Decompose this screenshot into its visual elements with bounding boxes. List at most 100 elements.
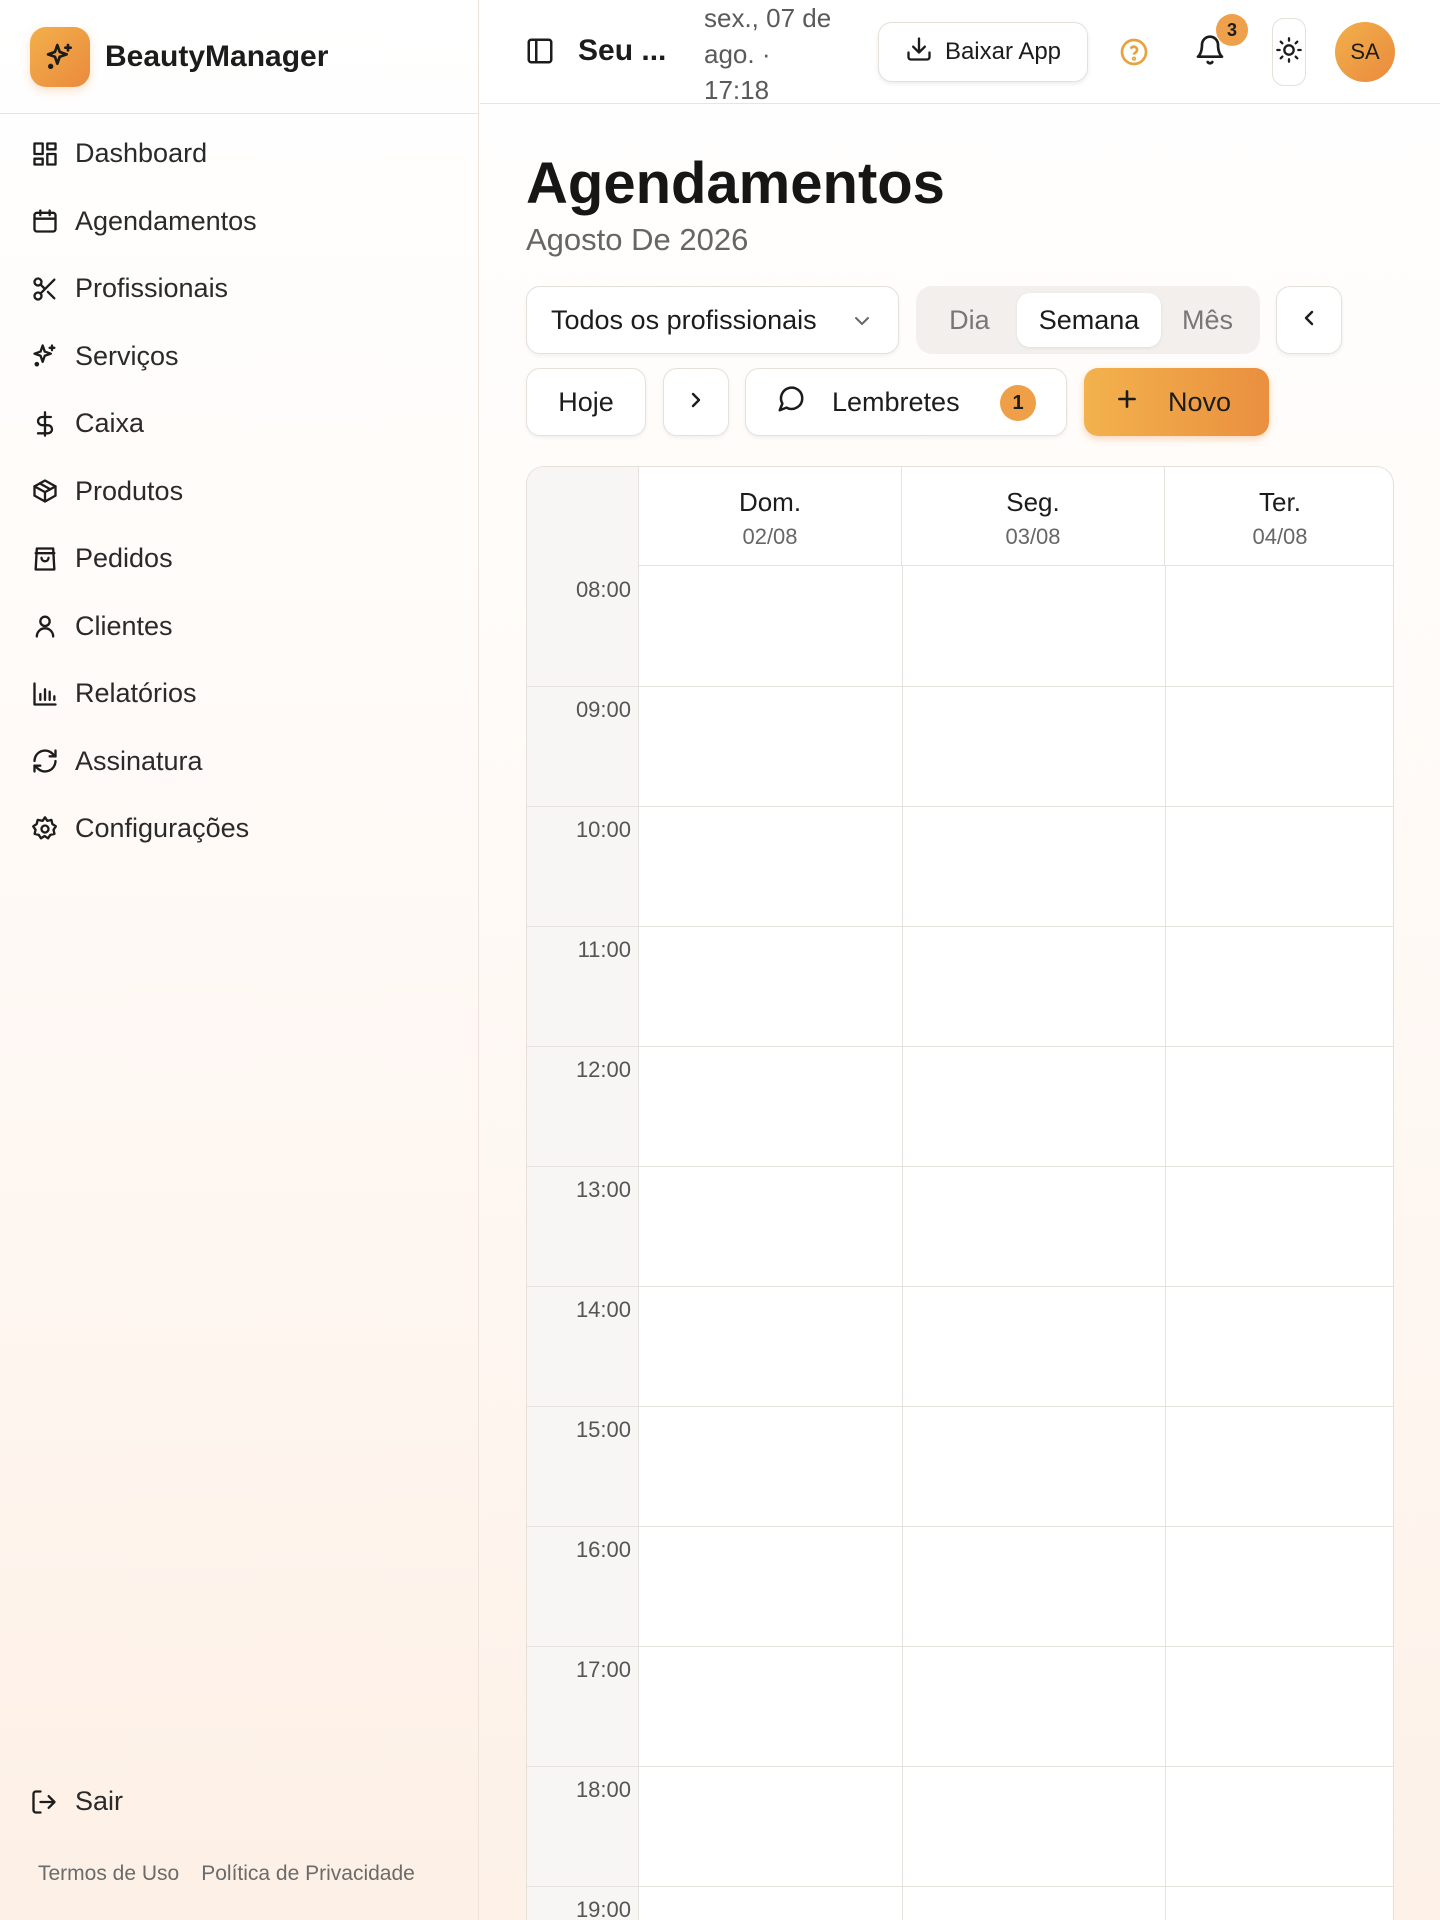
notification-badge: 3 [1216,14,1248,46]
hour-divider [527,1166,1393,1167]
new-appointment-button[interactable]: Novo [1084,368,1269,436]
sparkles-logo-icon [30,26,90,87]
view-toggle: Dia Semana Mês [916,286,1260,354]
hour-divider [527,1766,1393,1767]
help-icon[interactable] [1118,36,1150,68]
hour-label: 10:00 [575,817,631,842]
sidebar-item-label: Relatórios [75,678,197,709]
hour-divider [527,926,1393,927]
logout-label: Sair [75,1786,124,1816]
sidebar-item-relatorios[interactable]: Relatórios [0,660,478,728]
view-week-tab[interactable]: Semana [1016,293,1162,347]
shopping-bag-icon [30,544,60,574]
day-date: 02/08 [742,524,798,549]
hour-label: 12:00 [575,1057,631,1082]
chevron-down-icon [850,309,874,333]
chevron-left-icon [1297,306,1321,335]
package-icon [30,476,60,506]
next-week-button[interactable] [663,368,729,436]
hour-divider [527,1286,1393,1287]
download-app-button[interactable]: Baixar App [878,22,1088,82]
logout-icon [30,1787,60,1817]
sidebar-item-configuracoes[interactable]: Configurações [0,795,478,863]
sidebar-item-dashboard[interactable]: Dashboard [0,120,478,188]
sidebar-item-label: Agendamentos [75,205,257,236]
message-circle-icon [776,384,806,421]
theme-toggle-button[interactable] [1272,18,1306,86]
hour-label: 08:00 [575,577,631,602]
sidebar-item-label: Clientes [75,610,173,641]
sidebar-item-label: Pedidos [75,543,173,574]
dollar-icon [30,409,60,439]
new-appointment-label: Novo [1168,386,1232,417]
download-app-label: Baixar App [944,38,1062,65]
reminders-button[interactable]: Lembretes 1 [745,368,1067,436]
hour-label: 16:00 [575,1537,631,1562]
scissors-icon [30,274,60,304]
hour-label: 13:00 [575,1177,631,1202]
hour-label: 17:00 [575,1657,631,1682]
brand[interactable]: BeautyManager [0,0,478,114]
time-line: 17:18 [704,75,770,105]
privacy-link[interactable]: Política de Privacidade [201,1862,415,1886]
hour-label: 15:00 [575,1417,631,1442]
sidebar-item-caixa[interactable]: Caixa [0,390,478,458]
reminders-badge: 1 [1000,385,1036,421]
logout-button[interactable]: Sair [30,1786,123,1817]
view-month-tab[interactable]: Mês [1161,293,1254,347]
hour-divider [527,1646,1393,1647]
column-divider [1165,566,1166,1920]
sidebar-item-servicos[interactable]: Serviços [0,323,478,391]
sidebar-nav: Dashboard Agendamentos Profissionais Ser… [0,114,478,863]
sidebar-item-clientes[interactable]: Clientes [0,593,478,661]
day-header[interactable]: Ter. 04/08 [1165,467,1393,566]
hour-divider [527,1526,1393,1527]
time-column [527,566,639,1920]
sidebar-item-agendamentos[interactable]: Agendamentos [0,188,478,256]
date-line: sex., 07 de [704,3,832,33]
hour-label: 11:00 [577,937,631,962]
hour-divider [527,1886,1393,1887]
dashboard-icon [30,139,60,169]
sidebar-toggle-icon[interactable] [525,36,557,68]
hour-divider [527,806,1393,807]
sidebar: BeautyManager Dashboard Agendamentos Pro… [0,0,479,1920]
week-calendar: Dom. 02/08 Seg. 03/08 Ter. 04/08 08:00 0… [526,466,1394,1920]
sidebar-item-label: Assinatura [75,745,203,776]
sidebar-item-profissionais[interactable]: Profissionais [0,255,478,323]
refresh-icon [30,746,60,776]
column-divider [902,566,903,1920]
sidebar-item-produtos[interactable]: Produtos [0,458,478,526]
day-header[interactable]: Seg. 03/08 [902,467,1165,566]
day-name: Seg. [1006,487,1060,517]
hour-label: 14:00 [575,1297,631,1322]
today-button[interactable]: Hoje [526,368,646,436]
day-date: 03/08 [1005,524,1061,549]
sidebar-item-label: Configurações [75,813,250,844]
terms-link[interactable]: Termos de Uso [38,1862,179,1886]
topbar: Seu ... sex., 07 de ago. · 17:18 Baixar … [480,0,1440,105]
hour-divider [527,686,1393,687]
plus-icon [1114,386,1140,419]
hour-label: 19:00 [575,1897,631,1920]
sidebar-item-label: Caixa [75,408,145,439]
sidebar-item-assinatura[interactable]: Assinatura [0,728,478,796]
calendar-corner [527,467,639,566]
business-title: Seu ... [578,34,667,67]
gear-icon [30,814,60,844]
avatar[interactable]: SA [1335,22,1395,82]
reminders-label: Lembretes [832,386,960,417]
sidebar-item-pedidos[interactable]: Pedidos [0,525,478,593]
previous-week-button[interactable] [1276,286,1342,354]
view-day-tab[interactable]: Dia [922,293,1017,347]
calendar-icon [30,206,60,236]
hour-label: 09:00 [575,697,631,722]
calendar-header: Dom. 02/08 Seg. 03/08 Ter. 04/08 [527,467,1393,566]
download-icon [905,35,933,70]
day-name: Ter. [1259,487,1301,517]
sidebar-item-label: Dashboard [75,138,208,169]
day-header[interactable]: Dom. 02/08 [639,467,902,566]
hour-divider [527,1046,1393,1047]
professional-select[interactable]: Todos os profissionais [526,286,899,354]
professional-select-value: Todos os profissionais [551,304,817,335]
